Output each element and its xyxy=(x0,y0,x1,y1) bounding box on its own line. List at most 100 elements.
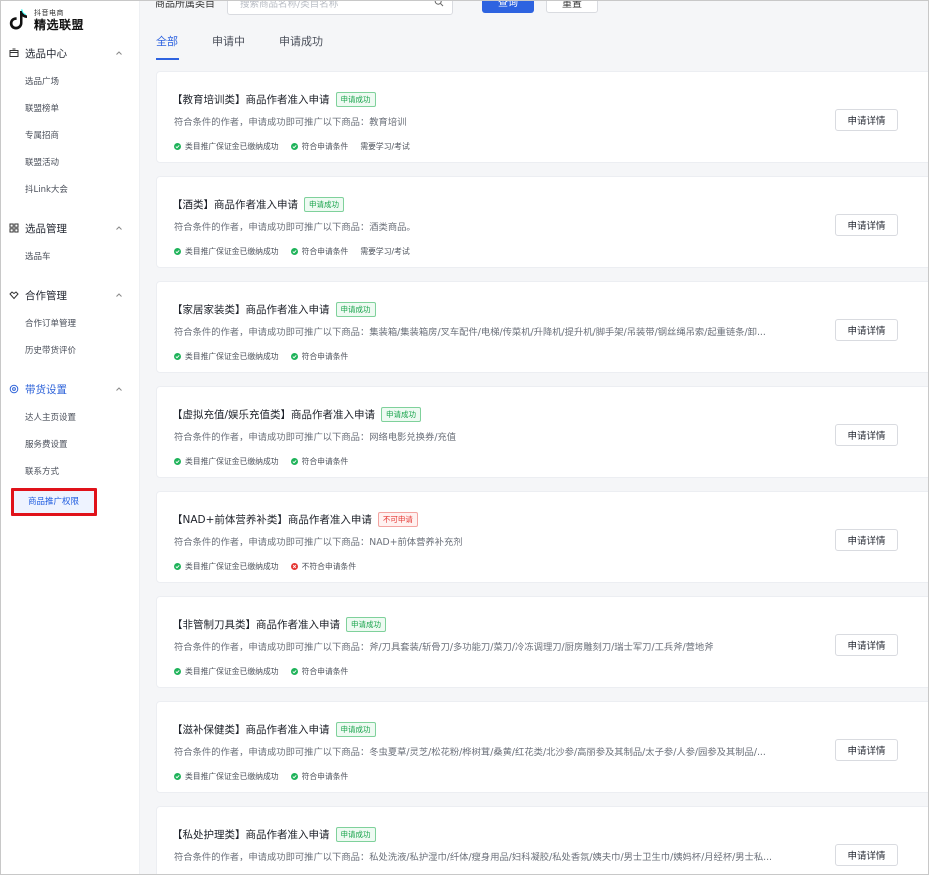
close-circle-icon xyxy=(290,563,298,570)
search-input[interactable] xyxy=(238,1,432,14)
nav-group-sales-settings: 带货设置 达人主页设置 服务费设置 联系方式 商品推广权限 xyxy=(1,377,139,516)
status-badge: 申请成功 xyxy=(335,302,376,317)
chevron-up-icon xyxy=(115,49,123,57)
card-title: 【私处护理类】商品作者准入申请 xyxy=(172,829,330,841)
sidebar-item-exclusive-invite[interactable]: 专属招商 xyxy=(1,123,139,150)
check-circle-icon xyxy=(290,353,298,360)
card-title: 【非管制刀具类】商品作者准入申请 xyxy=(172,619,340,631)
status-tabs: 全部 申请中 申请成功 xyxy=(139,27,928,60)
permission-card: 【教育培训类】商品作者准入申请 申请成功 符合条件的作者，申请成功即可推广以下商品… xyxy=(156,71,928,163)
card-description: 符合条件的作者，申请成功即可推广以下商品：教育培训 xyxy=(174,117,407,128)
check-circle-icon xyxy=(290,773,298,780)
active-tab-indicator xyxy=(156,58,179,60)
status-badge: 申请成功 xyxy=(381,407,422,422)
condition-tag: 符合申请条件 xyxy=(301,457,349,466)
app-frame: 抖音电商 精选联盟 选品中心 选品广场 联盟榜单 专属招商 联盟活动 抖Link… xyxy=(0,0,929,875)
permission-card: 【家居家装类】商品作者准入申请 申请成功 符合条件的作者，申请成功即可推广以下商品… xyxy=(156,281,928,373)
sidebar-item-promotion-permission[interactable]: 商品推广权限 xyxy=(11,488,97,516)
condition-tag: 需要学习/考试 xyxy=(360,142,410,151)
filter-bar: 商品所属类目 查询 重置 xyxy=(139,1,928,15)
condition-tag: 类目推广保证金已缴纳成功 xyxy=(185,142,279,151)
sidebar-item-link-conference[interactable]: 抖Link大会 xyxy=(1,177,139,204)
sidebar-item-alliance-rank[interactable]: 联盟榜单 xyxy=(1,96,139,123)
check-circle-icon xyxy=(174,248,181,255)
application-detail-button[interactable]: 申请详情 xyxy=(835,109,898,131)
condition-tag: 不符合申请条件 xyxy=(301,562,357,571)
card-description: 符合条件的作者，申请成功即可推广以下商品：斧/刀具套装/斩骨刀/多功能刀/菜刀/… xyxy=(174,642,714,653)
sidebar-item-service-fee[interactable]: 服务费设置 xyxy=(1,432,139,459)
nav-group-header[interactable]: 合作管理 xyxy=(1,283,139,307)
status-badge: 不可申请 xyxy=(377,512,418,527)
tab-all[interactable]: 全部 xyxy=(156,33,178,49)
sidebar-item-alliance-activity[interactable]: 联盟活动 xyxy=(1,150,139,177)
condition-tag: 类目推广保证金已缴纳成功 xyxy=(185,772,279,781)
brand-logo[interactable]: 抖音电商 精选联盟 xyxy=(9,7,84,33)
sidebar-item-selection-square[interactable]: 选品广场 xyxy=(1,69,139,96)
condition-tag: 类目推广保证金已缴纳成功 xyxy=(185,667,279,676)
permission-card: 【非管制刀具类】商品作者准入申请 申请成功 符合条件的作者，申请成功即可推广以下商… xyxy=(156,596,928,688)
nav-group-header[interactable]: 选品管理 xyxy=(1,216,139,240)
sidebar-item-contact[interactable]: 联系方式 xyxy=(1,459,139,486)
card-title: 【教育培训类】商品作者准入申请 xyxy=(172,94,330,106)
card-description: 符合条件的作者，申请成功即可推广以下商品：酒类商品。 xyxy=(174,222,416,233)
sidebar-item-history-review[interactable]: 历史带货评价 xyxy=(1,338,139,365)
application-detail-button[interactable]: 申请详情 xyxy=(835,424,898,446)
status-badge: 申请成功 xyxy=(304,197,344,212)
permission-card: 【酒类】商品作者准入申请 申请成功 符合条件的作者，申请成功即可推广以下商品：酒类… xyxy=(156,176,928,268)
search-box xyxy=(227,0,453,15)
application-detail-button[interactable]: 申请详情 xyxy=(835,844,898,866)
permission-card: 【虚拟充值/娱乐充值类】商品作者准入申请 申请成功 符合条件的作者，申请成功即可推… xyxy=(156,386,928,478)
condition-tag: 符合申请条件 xyxy=(301,667,349,676)
sidebar-item-homepage-settings[interactable]: 达人主页设置 xyxy=(1,405,139,432)
nav-group-cooperation: 合作管理 合作订单管理 历史带货评价 xyxy=(1,283,139,365)
condition-tag: 类目推广保证金已缴纳成功 xyxy=(185,352,279,361)
category-filter-label: 商品所属类目 xyxy=(155,0,215,10)
tab-success[interactable]: 申请成功 xyxy=(279,33,323,49)
condition-tag: 符合申请条件 xyxy=(301,142,349,151)
condition-tag: 符合申请条件 xyxy=(301,352,349,361)
card-description: 符合条件的作者，申请成功即可推广以下商品：私处洗液/私护湿巾/纤体/瘦身用品/妇… xyxy=(174,852,773,863)
card-title: 【酒类】商品作者准入申请 xyxy=(172,199,298,211)
application-detail-button[interactable]: 申请详情 xyxy=(835,739,898,761)
chevron-up-icon xyxy=(115,385,123,393)
query-button[interactable]: 查询 xyxy=(482,1,534,13)
check-circle-icon xyxy=(290,248,298,255)
grid-icon xyxy=(9,223,19,233)
check-circle-icon xyxy=(174,773,181,780)
application-detail-button[interactable]: 申请详情 xyxy=(835,634,898,656)
condition-tag: 符合申请条件 xyxy=(301,247,349,256)
check-circle-icon xyxy=(174,458,181,465)
reset-button[interactable]: 重置 xyxy=(546,1,598,13)
card-title: 【NAD+前体营养补类】商品作者准入申请 xyxy=(172,514,372,526)
check-circle-icon xyxy=(174,668,181,675)
nav-group-title: 合作管理 xyxy=(25,289,67,302)
sidebar: 抖音电商 精选联盟 选品中心 选品广场 联盟榜单 专属招商 联盟活动 抖Link… xyxy=(1,1,140,874)
check-circle-icon xyxy=(174,353,181,360)
chevron-up-icon xyxy=(115,291,123,299)
permission-card: 【私处护理类】商品作者准入申请 申请成功 符合条件的作者，申请成功即可推广以下商品… xyxy=(156,806,928,874)
condition-tag: 类目推广保证金已缴纳成功 xyxy=(185,457,279,466)
application-detail-button[interactable]: 申请详情 xyxy=(835,529,898,551)
handshake-icon xyxy=(9,290,19,300)
nav-group-header[interactable]: 选品中心 xyxy=(1,41,139,65)
status-badge: 申请成功 xyxy=(335,92,376,107)
card-title: 【虚拟充值/娱乐充值类】商品作者准入申请 xyxy=(172,409,376,421)
application-detail-button[interactable]: 申请详情 xyxy=(835,319,898,341)
condition-tag: 符合申请条件 xyxy=(301,772,349,781)
brand-small-text: 抖音电商 xyxy=(34,8,64,17)
check-circle-icon xyxy=(290,668,298,675)
check-circle-icon xyxy=(290,458,298,465)
permission-card: 【滋补保健类】商品作者准入申请 申请成功 符合条件的作者，申请成功即可推广以下商品… xyxy=(156,701,928,793)
tab-applying[interactable]: 申请中 xyxy=(212,33,245,49)
search-icon[interactable] xyxy=(434,0,444,7)
condition-tag: 类目推广保证金已缴纳成功 xyxy=(185,562,279,571)
nav-group-header[interactable]: 带货设置 xyxy=(1,377,139,401)
application-detail-button[interactable]: 申请详情 xyxy=(835,214,898,236)
nav-group-selection-center: 选品中心 选品广场 联盟榜单 专属招商 联盟活动 抖Link大会 xyxy=(1,41,139,204)
nav-group-title: 带货设置 xyxy=(25,383,67,396)
box-icon xyxy=(9,48,19,58)
sidebar-item-selection-cart[interactable]: 选品车 xyxy=(1,244,139,271)
condition-tag: 类目推广保证金已缴纳成功 xyxy=(185,247,279,256)
sidebar-item-order-manage[interactable]: 合作订单管理 xyxy=(1,311,139,338)
nav-group-title: 选品管理 xyxy=(25,222,67,235)
